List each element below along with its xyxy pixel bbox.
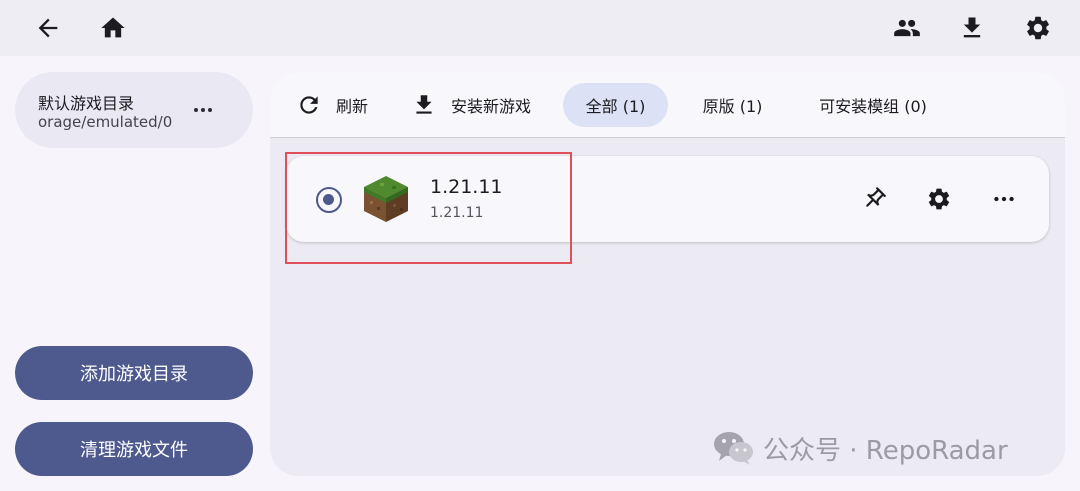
home-icon [101, 17, 125, 38]
pin-icon [866, 187, 886, 207]
arrow-left-icon [38, 18, 58, 38]
directory-path: orage/emulated/0 [38, 113, 173, 131]
refresh-icon [300, 96, 318, 114]
watermark: 公众号 · RepoRadar [713, 428, 1008, 468]
directory-more-button[interactable] [191, 96, 215, 124]
top-app-bar [0, 0, 1080, 56]
install-new-game-button[interactable]: 安装新游戏 [411, 84, 531, 126]
download-button[interactable] [952, 8, 992, 48]
version-card[interactable]: 1.21.11 1.21.11 [286, 156, 1049, 242]
download-icon [963, 17, 981, 38]
version-more-button[interactable] [985, 180, 1023, 218]
back-button[interactable] [28, 8, 68, 48]
version-settings-button[interactable] [920, 180, 958, 218]
accounts-button[interactable] [887, 8, 927, 48]
version-toolbar: 刷新 安装新游戏 全部 (1) 原版 (1) 可安装模组 (0) [270, 72, 1065, 138]
refresh-button[interactable]: 刷新 [296, 84, 368, 126]
wechat-icon [714, 432, 753, 465]
settings-button[interactable] [1018, 8, 1058, 48]
filter-vanilla-chip[interactable]: 原版 (1) [680, 83, 785, 127]
version-name: 1.21.11 [430, 176, 503, 198]
clean-game-files-button[interactable]: 清理游戏文件 [15, 422, 253, 476]
install-label: 安装新游戏 [451, 97, 532, 116]
more-horizontal-icon [994, 196, 1014, 202]
game-directory-item[interactable]: 默认游戏目录 orage/emulated/0 [15, 72, 253, 148]
version-radio[interactable] [316, 187, 342, 213]
more-horizontal-icon [194, 108, 212, 112]
add-game-directory-button[interactable]: 添加游戏目录 [15, 346, 253, 400]
watermark-text: 公众号 · RepoRadar [763, 435, 1008, 466]
directory-title: 默认游戏目录 [38, 94, 135, 113]
filter-moddable-chip[interactable]: 可安装模组 (0) [798, 83, 948, 127]
gear-icon [928, 188, 950, 210]
download-icon [416, 95, 432, 114]
pin-button[interactable] [855, 180, 893, 218]
home-button[interactable] [93, 8, 133, 48]
people-icon [894, 19, 920, 37]
version-subtitle: 1.21.11 [430, 205, 484, 221]
grass-block-icon [364, 176, 408, 222]
gear-icon [1027, 16, 1049, 40]
filter-all-chip[interactable]: 全部 (1) [563, 83, 668, 127]
version-panel: 刷新 安装新游戏 全部 (1) 原版 (1) 可安装模组 (0) 1.21.11… [270, 72, 1065, 476]
refresh-label: 刷新 [336, 97, 369, 116]
